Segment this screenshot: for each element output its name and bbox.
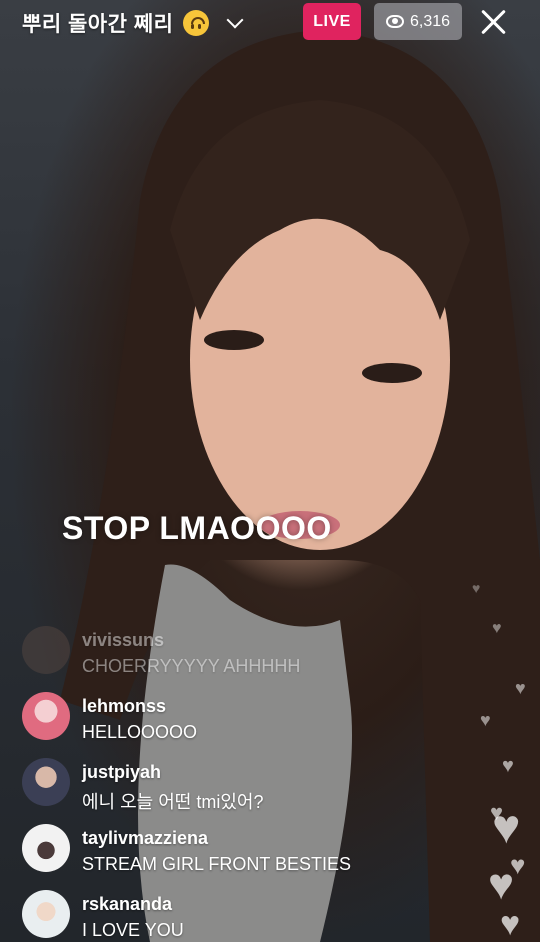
heart-icon: ♥: [480, 710, 491, 730]
upside-down-face-icon: [183, 10, 210, 36]
avatar[interactable]: [22, 824, 70, 872]
comment-item: lehmonss HELLOOOOO: [22, 692, 442, 748]
avatar[interactable]: [22, 890, 70, 938]
live-stream-screen: 뿌리 돌아간 쩨리 LIVE 6,316 STOP LMAOOOO viviss…: [0, 0, 540, 942]
comment-username[interactable]: rskananda: [82, 894, 172, 915]
heart-icon: ♥: [502, 755, 514, 777]
heart-icon: ♥: [488, 860, 515, 909]
stream-title: 뿌리 돌아간 쩨리: [22, 13, 174, 36]
comment-item: rskananda I LOVE YOU: [22, 890, 442, 942]
comment-text: I LOVE YOU: [82, 920, 184, 940]
avatar[interactable]: [22, 692, 70, 740]
comment-text: CHOERRYYYYY AHHHHH: [82, 656, 301, 676]
heart-icon: ♥: [515, 678, 526, 698]
chevron-down-icon[interactable]: [226, 11, 244, 29]
comment-text: 에니 오늘 어떤 tmi있어?: [82, 792, 264, 812]
viewer-count: 6,316: [409, 12, 451, 30]
comment-text: HELLOOOOO: [82, 722, 198, 742]
live-badge: LIVE: [303, 3, 361, 40]
stream-caption: STOP LMAOOOO: [62, 510, 332, 546]
comment-text: STREAM GIRL FRONT BESTIES: [82, 854, 352, 874]
comment-item: vivissuns CHOERRYYYYY AHHHHH: [22, 626, 442, 682]
avatar[interactable]: [22, 626, 70, 674]
stream-title-group[interactable]: 뿌리 돌아간 쩨리: [22, 8, 244, 38]
comment-username[interactable]: justpiyah: [82, 762, 161, 783]
avatar[interactable]: [22, 758, 70, 806]
heart-icon: ♥: [472, 580, 481, 596]
comment-feed: vivissuns CHOERRYYYYY AHHHHH lehmonss HE…: [22, 626, 442, 942]
stream-header: 뿌리 돌아간 쩨리 LIVE 6,316: [0, 0, 540, 46]
comment-username[interactable]: vivissuns: [82, 630, 164, 651]
close-icon[interactable]: [476, 4, 512, 40]
comment-username[interactable]: lehmonss: [82, 696, 166, 717]
eye-icon: [385, 15, 404, 28]
comment-item: justpiyah 에니 오늘 어떤 tmi있어?: [22, 758, 442, 814]
heart-icon: ♥: [500, 905, 521, 942]
comment-username[interactable]: taylivmazziena: [82, 828, 208, 849]
viewer-count-badge[interactable]: 6,316: [374, 3, 462, 40]
heart-icon: ♥: [492, 620, 502, 637]
floating-hearts: ♥ ♥ ♥ ♥ ♥ ♥ ♥ ♥ ♥ ♥: [430, 560, 540, 942]
heart-icon: ♥: [492, 801, 521, 854]
comment-item: taylivmazziena STREAM GIRL FRONT BESTIES: [22, 824, 442, 880]
